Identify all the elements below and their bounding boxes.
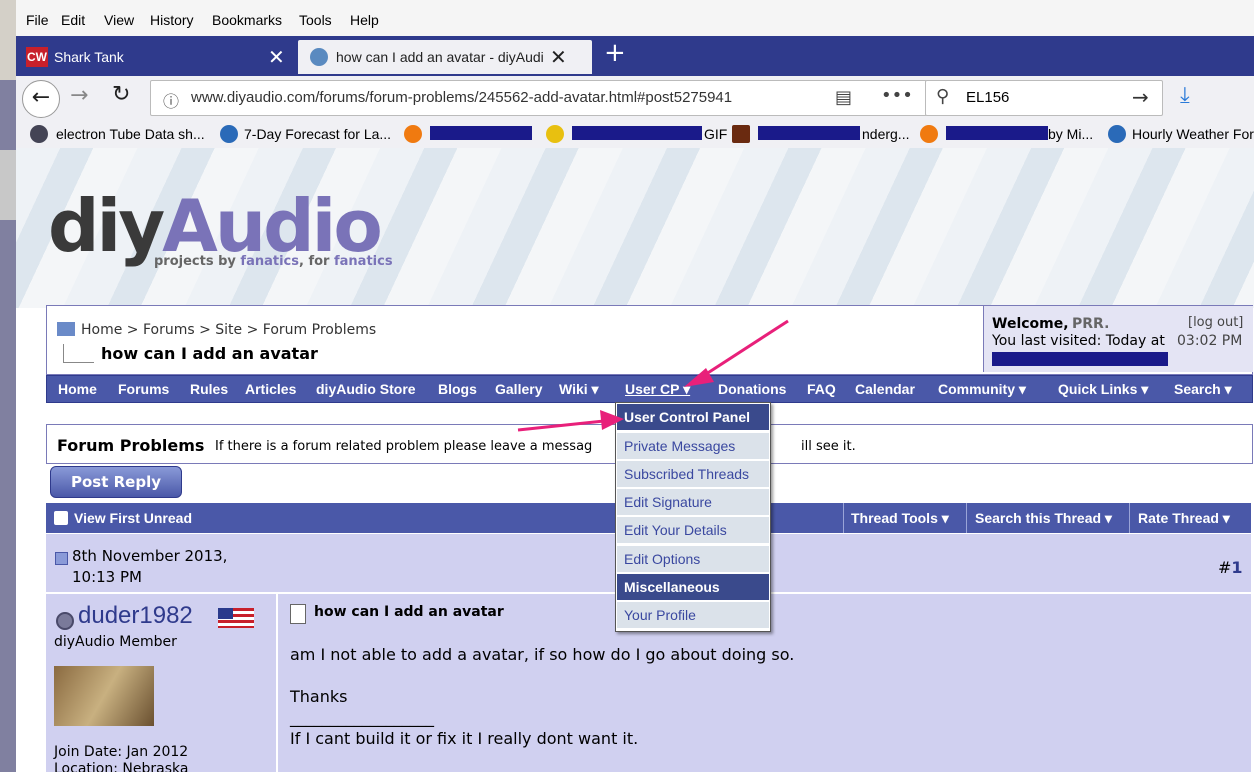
annotation-arrow-control-panel: [517, 410, 624, 432]
annotation-arrow-user-cp: [684, 319, 789, 387]
arrow-shaft: [699, 319, 789, 380]
arrow-head: [600, 410, 624, 430]
annotation-arrows: [517, 319, 789, 432]
arrow-shaft: [517, 419, 605, 432]
